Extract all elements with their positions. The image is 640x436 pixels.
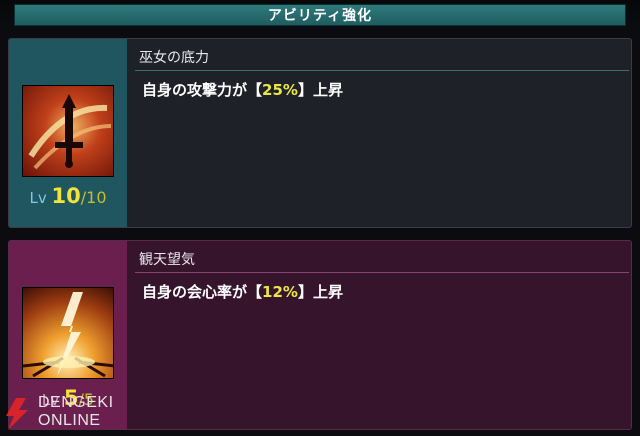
ability-description: 自身の会心率が【12%】上昇 — [142, 281, 343, 302]
dengeki-logo-icon — [6, 398, 28, 430]
level-indicator: Lv 10/10 — [9, 184, 127, 208]
page-title: アビリティ強化 — [14, 4, 626, 26]
sword-icon — [22, 85, 114, 177]
ability-name: 観天望気 — [139, 252, 195, 268]
lightning-icon — [22, 287, 114, 379]
level-current: 10 — [51, 184, 81, 208]
ability-card-1[interactable]: Lv 10/10 巫女の底力 自身の攻撃力が【25%】上昇 — [8, 38, 632, 228]
desc-prefix: 自身の攻撃力が — [142, 81, 248, 99]
desc-prefix: 自身の会心率が — [142, 283, 248, 301]
watermark-line2: ONLINE — [38, 412, 101, 429]
divider — [135, 272, 629, 273]
level-max: 10 — [86, 188, 107, 207]
ability-value: 12% — [262, 283, 298, 301]
watermark: DENGEKI ONLINE — [0, 392, 140, 436]
bracket-open: 【 — [247, 81, 263, 99]
level-label: Lv — [29, 189, 47, 207]
bracket-close: 】 — [297, 81, 313, 99]
watermark-line1: DENGEKI — [38, 394, 114, 411]
bracket-open: 【 — [247, 283, 263, 301]
watermark-text: DENGEKI ONLINE — [38, 394, 114, 430]
divider — [135, 70, 629, 71]
desc-suffix: 上昇 — [312, 283, 343, 301]
ability-value: 25% — [262, 81, 298, 99]
desc-suffix: 上昇 — [312, 81, 343, 99]
bracket-close: 】 — [297, 283, 313, 301]
header: アビリティ強化 — [0, 0, 640, 30]
ability-icon-panel: Lv 10/10 — [9, 39, 127, 227]
ability-name: 巫女の底力 — [139, 50, 209, 66]
ability-description: 自身の攻撃力が【25%】上昇 — [142, 79, 343, 100]
